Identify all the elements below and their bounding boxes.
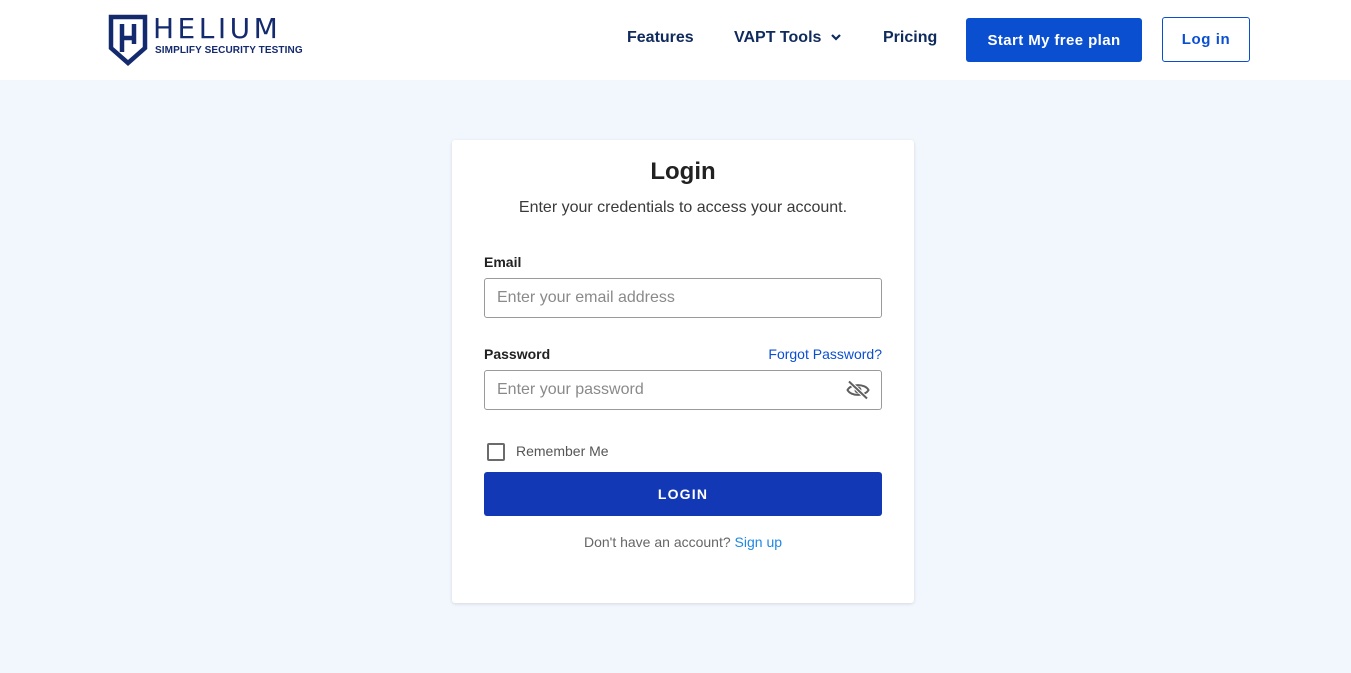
eye-off-icon[interactable]: [846, 380, 870, 400]
start-free-plan-button[interactable]: Start My free plan: [966, 18, 1142, 62]
chevron-down-icon: [831, 34, 842, 41]
site-header: HELIUM SIMPLIFY SECURITY TESTING Feature…: [0, 0, 1351, 80]
forgot-password-link[interactable]: Forgot Password?: [768, 346, 882, 362]
page-title: Login: [650, 158, 716, 185]
email-label: Email: [484, 254, 522, 270]
shield-logo-icon: [108, 14, 148, 66]
nav-vapt-tools[interactable]: VAPT Tools: [734, 28, 842, 48]
email-field[interactable]: [484, 278, 882, 318]
signup-prompt-row: Don't have an account? Sign up: [452, 534, 914, 550]
nav-vapt-tools-label: VAPT Tools: [734, 29, 822, 46]
signup-link[interactable]: Sign up: [735, 534, 782, 550]
nav-features[interactable]: Features: [627, 28, 694, 48]
logo-wordmark: HELIUM: [153, 12, 282, 45]
password-field[interactable]: [484, 370, 882, 410]
signup-prompt-text: Don't have an account?: [583, 534, 731, 550]
remember-me-label: Remember Me: [516, 443, 609, 459]
login-subtitle: Enter your credentials to access your ac…: [518, 199, 848, 216]
header-login-button[interactable]: Log in: [1162, 17, 1250, 62]
logo-tagline: SIMPLIFY SECURITY TESTING: [155, 45, 303, 56]
helium-logo[interactable]: HELIUM SIMPLIFY SECURITY TESTING: [108, 13, 318, 69]
login-card: Login Enter your credentials to access y…: [452, 140, 914, 603]
nav-pricing[interactable]: Pricing: [883, 28, 937, 48]
remember-me-checkbox[interactable]: [487, 443, 505, 461]
password-label: Password: [484, 346, 551, 362]
login-submit-button[interactable]: LOGIN: [484, 472, 882, 516]
